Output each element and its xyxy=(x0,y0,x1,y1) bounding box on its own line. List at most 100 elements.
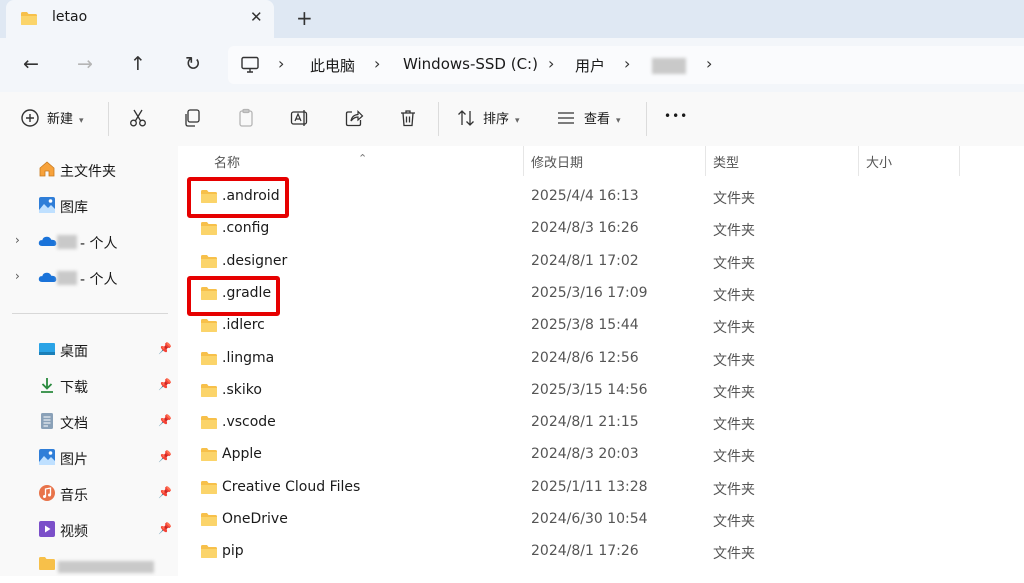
file-row[interactable]: .config 2024/8/3 16:26 文件夹 xyxy=(178,212,1024,244)
file-name: .skiko xyxy=(222,381,262,398)
sidebar-item-label: 图片 xyxy=(60,452,88,468)
file-list: ⌃ 名称 修改日期 类型 大小 .android 2025/4/4 16:13 文件… xyxy=(178,146,1024,576)
file-row[interactable]: .gradle 2025/3/16 17:09 文件夹 xyxy=(178,277,1024,309)
column-header-name[interactable]: 名称 xyxy=(214,152,240,171)
folder-icon xyxy=(200,512,218,527)
breadcrumb-redacted-user[interactable] xyxy=(652,58,686,74)
folder-icon xyxy=(200,383,218,398)
file-modified-date: 2025/1/11 13:28 xyxy=(531,478,648,495)
file-row[interactable]: OneDrive 2024/6/30 10:54 文件夹 xyxy=(178,503,1024,535)
back-button[interactable]: ← xyxy=(18,52,44,76)
address-bar[interactable]: › 此电脑 › Windows-SSD (C:) › 用户 › › xyxy=(228,46,1024,84)
sidebar-item-home[interactable]: 主文件夹 xyxy=(0,153,178,187)
column-resize-handle[interactable] xyxy=(858,146,859,176)
up-button[interactable]: ↑ xyxy=(125,52,151,76)
breadcrumb-separator[interactable]: › xyxy=(548,54,554,73)
column-header-type[interactable]: 类型 xyxy=(713,152,739,171)
sidebar-item-documents[interactable]: 文档 📌 xyxy=(0,405,178,439)
file-row[interactable]: .designer 2024/8/1 17:02 文件夹 xyxy=(178,245,1024,277)
toolbar-divider xyxy=(438,102,439,136)
file-row[interactable]: .lingma 2024/8/6 12:56 文件夹 xyxy=(178,342,1024,374)
pin-icon[interactable]: 📌 xyxy=(158,522,172,535)
pin-icon[interactable]: 📌 xyxy=(158,414,172,427)
rename-icon[interactable] xyxy=(290,108,310,128)
file-modified-date: 2024/8/6 12:56 xyxy=(531,349,639,366)
pin-icon[interactable]: 📌 xyxy=(158,378,172,391)
chevron-right-icon[interactable]: › xyxy=(15,269,20,283)
toolbar-divider xyxy=(108,102,109,136)
sidebar-item-label: 音乐 xyxy=(60,488,88,504)
plus-circle-icon xyxy=(20,108,40,128)
folder-icon xyxy=(200,221,218,236)
sort-label: 排序 ▾ xyxy=(483,112,520,127)
delete-icon[interactable] xyxy=(398,108,418,128)
file-row[interactable]: pip 2024/8/1 17:26 文件夹 xyxy=(178,535,1024,567)
more-options-button[interactable]: ••• xyxy=(664,109,688,123)
view-button[interactable]: 查看 ▾ xyxy=(556,92,636,146)
share-icon[interactable] xyxy=(344,108,364,128)
tab-strip: letao ✕ + xyxy=(0,0,1024,38)
redacted-account-name xyxy=(57,235,77,249)
sort-button[interactable]: 排序 ▾ xyxy=(456,92,536,146)
breadcrumb-users[interactable]: 用户 xyxy=(575,55,605,76)
sidebar-item-pictures[interactable]: 图片 📌 xyxy=(0,441,178,475)
sidebar-item-videos[interactable]: 视频 📌 xyxy=(0,513,178,547)
tab-letao[interactable]: letao ✕ xyxy=(6,0,274,38)
column-header-date[interactable]: 修改日期 xyxy=(531,152,583,171)
breadcrumb-separator[interactable]: › xyxy=(624,54,630,73)
sidebar-item-onedrive-2[interactable]: › - 个人 xyxy=(0,261,178,295)
column-header-size[interactable]: 大小 xyxy=(866,152,892,171)
pictures-icon xyxy=(38,448,56,466)
file-type: 文件夹 xyxy=(713,191,755,207)
forward-button[interactable]: → xyxy=(72,52,98,76)
sidebar-item-gallery[interactable]: 图库 xyxy=(0,189,178,223)
file-name: pip xyxy=(222,543,244,560)
sidebar-item-desktop[interactable]: 桌面 📌 xyxy=(0,333,178,367)
file-modified-date: 2025/3/15 14:56 xyxy=(531,381,648,398)
refresh-button[interactable]: ↻ xyxy=(180,52,206,76)
document-icon xyxy=(38,412,56,430)
paste-icon[interactable] xyxy=(236,108,256,128)
breadcrumb-this-pc[interactable]: 此电脑 xyxy=(310,55,355,76)
cut-icon[interactable] xyxy=(128,108,148,128)
file-row[interactable]: .skiko 2025/3/15 14:56 文件夹 xyxy=(178,374,1024,406)
pin-icon[interactable]: 📌 xyxy=(158,486,172,499)
new-button[interactable]: 新建 ▾ xyxy=(18,92,98,146)
column-resize-handle[interactable] xyxy=(523,146,524,176)
sidebar-item-onedrive-1[interactable]: › - 个人 xyxy=(0,225,178,259)
command-bar: 新建 ▾ 排序 ▾ 查看 ▾ ••• xyxy=(0,92,1024,147)
sidebar-divider xyxy=(12,313,168,314)
folder-icon xyxy=(200,318,218,333)
chevron-right-icon[interactable]: › xyxy=(15,233,20,247)
new-tab-button[interactable]: + xyxy=(296,6,313,30)
sidebar-item-label: 图库 xyxy=(60,200,88,216)
file-row[interactable]: .vscode 2024/8/1 21:15 文件夹 xyxy=(178,406,1024,438)
copy-icon[interactable] xyxy=(182,108,202,128)
file-row[interactable]: Apple 2024/8/3 20:03 文件夹 xyxy=(178,438,1024,470)
sidebar-item-label: - 个人 xyxy=(80,236,118,252)
column-resize-handle[interactable] xyxy=(959,146,960,176)
file-modified-date: 2024/6/30 10:54 xyxy=(531,511,648,527)
computer-icon[interactable] xyxy=(240,56,260,78)
sidebar-item-label: 文档 xyxy=(60,416,88,432)
download-icon xyxy=(38,376,56,394)
file-row[interactable]: Creative Cloud Files 2025/1/11 13:28 文件夹 xyxy=(178,471,1024,503)
file-row[interactable]: .android 2025/4/4 16:13 文件夹 xyxy=(178,180,1024,212)
breadcrumb-separator[interactable]: › xyxy=(706,54,712,73)
file-type: 文件夹 xyxy=(713,320,755,337)
sidebar-item-redacted-folder[interactable] xyxy=(0,549,178,583)
sidebar-item-downloads[interactable]: 下载 📌 xyxy=(0,369,178,403)
file-row[interactable]: .idlerc 2025/3/8 15:44 文件夹 xyxy=(178,309,1024,341)
pin-icon[interactable]: 📌 xyxy=(158,450,172,463)
column-resize-handle[interactable] xyxy=(705,146,706,176)
sort-ascending-icon: ⌃ xyxy=(358,152,368,165)
file-modified-date: 2024/8/1 21:15 xyxy=(531,414,639,431)
breadcrumb-separator[interactable]: › xyxy=(278,54,284,73)
file-modified-date: 2025/4/4 16:13 xyxy=(531,188,639,204)
breadcrumb-separator[interactable]: › xyxy=(374,54,380,73)
pin-icon[interactable]: 📌 xyxy=(158,342,172,355)
breadcrumb-drive[interactable]: Windows-SSD (C:) xyxy=(403,55,538,73)
sidebar-item-music[interactable]: 音乐 📌 xyxy=(0,477,178,511)
close-icon[interactable]: ✕ xyxy=(250,8,263,26)
video-icon xyxy=(38,520,56,538)
